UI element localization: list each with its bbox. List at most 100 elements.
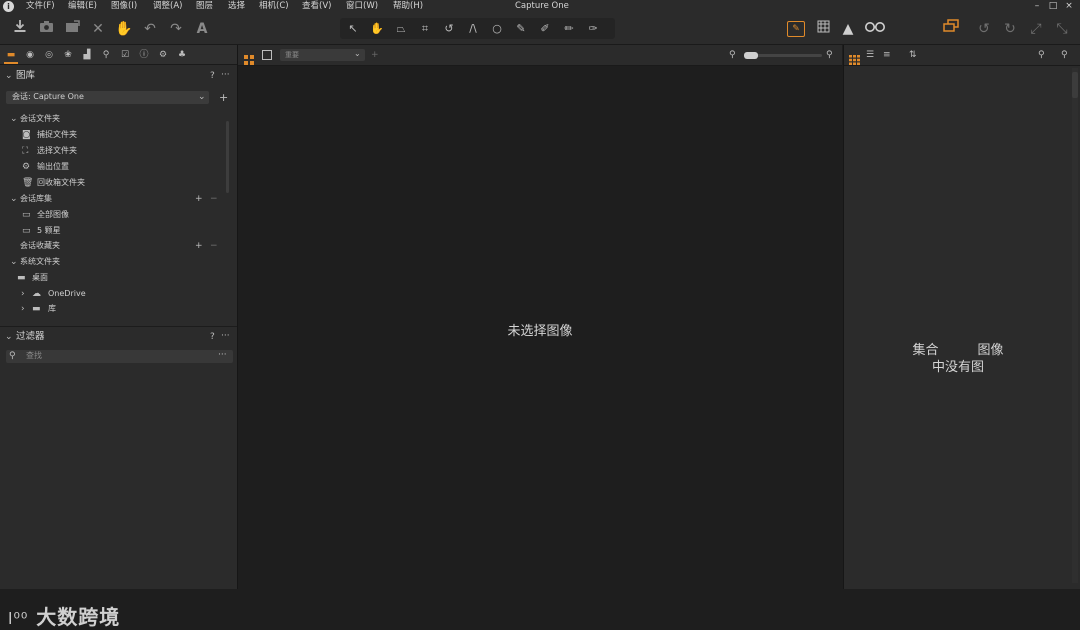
pan-hand-icon[interactable]: ✋ — [366, 18, 388, 39]
collapse-icon[interactable]: ⤡ — [1052, 19, 1072, 39]
session-albums-collapse-icon[interactable]: ⌄ — [10, 193, 18, 205]
library-tab-icon[interactable]: ▬ — [4, 48, 18, 64]
library-scrollbar[interactable] — [226, 121, 229, 193]
menu-image[interactable]: 图像(I) — [111, 1, 137, 12]
minimize-button[interactable]: – — [1030, 0, 1044, 12]
image-viewer[interactable]: 未选择图像 — [238, 66, 842, 589]
menu-file[interactable]: 文件(F) — [26, 1, 55, 12]
session-folder-item[interactable]: 捕捉文件夹 — [37, 129, 77, 141]
hand-icon[interactable]: ✋ — [114, 19, 134, 39]
thumbnail-view-icon[interactable] — [849, 50, 860, 69]
menu-adjust[interactable]: 调整(A) — [153, 1, 182, 12]
close-button[interactable]: × — [1062, 0, 1076, 12]
library-collapse-icon[interactable]: ⌄ — [5, 70, 13, 82]
menu-edit[interactable]: 编辑(E) — [68, 1, 97, 12]
remove-favorite-icon[interactable]: − — [210, 240, 218, 252]
add-favorite-icon[interactable]: + — [195, 240, 203, 252]
system-folder-item[interactable]: OneDrive — [48, 288, 86, 300]
sort-select[interactable]: 重要 ⌄ — [280, 49, 365, 61]
zoom-slider-handle[interactable] — [744, 52, 758, 59]
maximize-button[interactable]: □ — [1046, 0, 1060, 12]
session-folder-item[interactable]: 选择文件夹 — [37, 145, 77, 157]
single-view-icon[interactable] — [262, 50, 272, 60]
filter-options-icon[interactable]: ··· — [218, 349, 227, 361]
crop-icon[interactable]: ⌗ — [414, 18, 436, 39]
glasses-icon[interactable] — [862, 19, 888, 39]
album-item[interactable]: 5 颗星 — [37, 225, 61, 237]
expand-icon[interactable]: ⤢ — [1026, 19, 1046, 39]
session-folders-collapse-icon[interactable]: ⌄ — [10, 113, 18, 125]
add-album-icon[interactable]: + — [195, 193, 203, 205]
filters-more-icon[interactable]: ··· — [221, 330, 230, 342]
details-tab-icon[interactable]: ⚲ — [99, 48, 113, 62]
eraser-icon[interactable]: ✏ — [558, 18, 580, 39]
warning-icon[interactable]: ▲ — [838, 19, 858, 39]
system-folders-collapse-icon[interactable]: ⌄ — [10, 256, 18, 268]
rotate-icon[interactable]: ↺ — [438, 18, 460, 39]
session-select[interactable]: 会话: Capture One ⌄ — [6, 91, 209, 104]
list-view-icon[interactable]: ☰ — [866, 49, 874, 61]
add-variant-icon[interactable]: + — [371, 49, 379, 61]
library-help-icon[interactable]: ? — [210, 70, 215, 82]
menu-view[interactable]: 查看(V) — [302, 1, 331, 12]
filmstrip-view-icon[interactable]: ≡ — [883, 49, 891, 61]
expand-chevron-icon[interactable]: › — [21, 303, 25, 315]
menu-select[interactable]: 选择 — [228, 1, 245, 12]
browser-scrollbar-thumb[interactable] — [1072, 72, 1078, 98]
batch-tab-icon[interactable]: ♣ — [175, 48, 189, 62]
keystone-icon[interactable]: ⏢ — [390, 18, 412, 39]
add-session-icon[interactable]: + — [219, 92, 228, 104]
system-folder-item[interactable]: 桌面 — [32, 272, 48, 284]
output-tab-icon[interactable]: ⚙ — [156, 48, 170, 62]
delete-icon[interactable]: ✕ — [88, 19, 108, 39]
camera-icon[interactable] — [36, 19, 56, 39]
color-tab-icon[interactable]: ❀ — [61, 48, 75, 62]
pen-icon[interactable]: ✐ — [534, 18, 556, 39]
zoom-slider[interactable] — [744, 52, 822, 59]
stack-icon[interactable] — [941, 19, 961, 39]
capture-tab-icon[interactable]: ◉ — [23, 48, 37, 62]
metadata-tab-icon[interactable]: ⓘ — [137, 48, 151, 62]
app-logo-icon[interactable]: i — [3, 1, 14, 12]
import-icon[interactable] — [10, 19, 30, 39]
straighten-icon[interactable]: /\ — [462, 18, 484, 39]
session-folder-item[interactable]: 回收箱文件夹 — [37, 177, 85, 189]
lens-tab-icon[interactable]: ◎ — [42, 48, 56, 62]
zoom-in-icon[interactable]: ⚲ — [826, 49, 833, 61]
remove-album-icon[interactable]: − — [210, 193, 218, 205]
album-item[interactable]: 全部图像 — [37, 209, 69, 221]
library-more-icon[interactable]: ··· — [221, 69, 230, 81]
select-arrow-icon[interactable]: ↖ — [342, 18, 364, 39]
spot-icon[interactable]: ○ — [486, 18, 508, 39]
session-folder-item[interactable]: 输出位置 — [37, 161, 69, 173]
gradient-icon[interactable]: ✑ — [582, 18, 604, 39]
text-icon[interactable]: A — [192, 19, 212, 39]
all-images-icon: ▭ — [22, 210, 31, 220]
menu-window[interactable]: 窗口(W) — [346, 1, 378, 12]
filter-search-input[interactable]: ⚲ 查找 ··· — [6, 350, 233, 363]
search-icon[interactable]: ⚲ — [1061, 49, 1068, 61]
selects-folder-icon: ⛶ — [22, 146, 29, 156]
zoom-out-icon[interactable]: ⚲ — [729, 49, 736, 61]
exposure-warning-icon[interactable]: ✎ — [787, 21, 805, 37]
menu-layers[interactable]: 图层 — [196, 1, 213, 12]
zoom-icon[interactable]: ⚲ — [1038, 49, 1045, 61]
rotate-right-icon[interactable]: ↻ — [1000, 19, 1020, 39]
filters-collapse-icon[interactable]: ⌄ — [5, 331, 13, 343]
adjustments-tab-icon[interactable]: ☑ — [118, 48, 132, 62]
brush-icon[interactable]: ✎ — [510, 18, 532, 39]
menu-camera[interactable]: 相机(C) — [259, 1, 289, 12]
redo-icon[interactable]: ↷ — [166, 19, 186, 39]
menu-help[interactable]: 帮助(H) — [393, 1, 423, 12]
export-icon[interactable] — [62, 19, 82, 39]
grid-icon[interactable] — [813, 19, 833, 39]
filters-help-icon[interactable]: ? — [210, 331, 215, 343]
session-favorites-label: 会话收藏夹 — [20, 241, 60, 250]
exposure-tab-icon[interactable]: ▟ — [80, 48, 94, 62]
undo-icon[interactable]: ↶ — [140, 19, 160, 39]
sort-order-icon[interactable]: ⇅ — [909, 49, 917, 61]
expand-chevron-icon[interactable]: › — [21, 288, 25, 300]
system-folder-item[interactable]: 库 — [48, 303, 56, 315]
browser-scrollbar[interactable] — [1072, 68, 1078, 583]
rotate-left-icon[interactable]: ↺ — [974, 19, 994, 39]
